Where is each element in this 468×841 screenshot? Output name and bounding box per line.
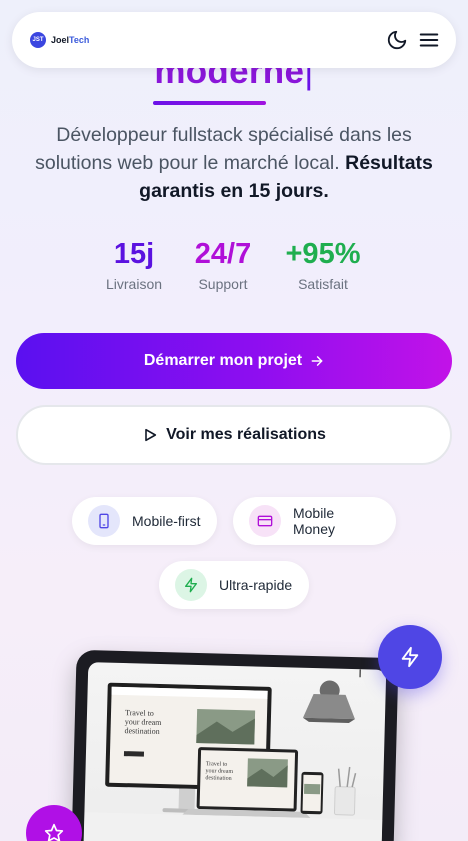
quick-action-button[interactable] — [378, 625, 442, 689]
brand-name: JoelTech — [51, 35, 89, 45]
stat-satisfaction: +95% Satisfait — [280, 236, 366, 292]
feature-chip-ultra-rapide: Ultra-rapide — [159, 561, 309, 609]
stat-support: 24/7 Support — [188, 236, 258, 292]
bolt-icon — [185, 577, 197, 593]
view-portfolio-button[interactable]: Voir mes réalisations — [16, 405, 452, 465]
showcase-screen: Travel to your dream destination Travel … — [83, 662, 387, 841]
devices-illustration: Travel to your dream destination Travel … — [83, 669, 383, 841]
chip-icon-wrap — [88, 505, 120, 537]
bolt-icon — [401, 646, 419, 668]
svg-text:destination: destination — [205, 775, 231, 782]
hero-subtitle: Développeur fullstack spécialisé dans le… — [24, 121, 444, 205]
headline-underline — [153, 101, 266, 105]
chip-label: Mobile Money — [292, 505, 335, 537]
feature-chip-mobile-first: Mobile-first — [72, 497, 217, 545]
menu-button[interactable] — [418, 29, 440, 51]
moon-icon — [387, 30, 407, 50]
stat-label: Satisfait — [298, 276, 348, 292]
logo-mark: JST — [30, 32, 46, 48]
stat-label: Support — [198, 276, 248, 292]
stat-value: +95% — [285, 238, 361, 270]
feature-chip-mobile-money: Mobile Money — [233, 497, 396, 545]
card-icon — [257, 515, 273, 527]
arrow-right-icon — [311, 356, 323, 366]
svg-text:destination: destination — [124, 726, 159, 736]
start-project-button[interactable]: Démarrer mon projet — [16, 333, 452, 389]
theme-toggle-button[interactable] — [386, 29, 408, 51]
stat-label: Livraison — [105, 276, 163, 292]
top-navbar: JST JoelTech — [12, 12, 456, 68]
header-actions — [386, 29, 440, 51]
chip-icon-wrap — [175, 569, 207, 601]
brand-prefix: Joel — [51, 35, 70, 45]
chip-label: Mobile-first — [132, 513, 201, 529]
phone-icon — [99, 513, 109, 529]
menu-icon — [419, 33, 439, 47]
brand-suffix: Tech — [69, 35, 90, 45]
star-icon — [44, 823, 64, 841]
chip-label: Ultra-rapide — [219, 577, 293, 593]
stat-delivery: 15j Livraison — [104, 236, 164, 292]
chip-icon-wrap — [249, 505, 281, 537]
brand-logo[interactable]: JST JoelTech — [30, 32, 89, 48]
svg-text:Travel to: Travel to — [206, 761, 228, 768]
start-project-label: Démarrer mon projet — [143, 352, 303, 369]
stat-value: 24/7 — [194, 238, 252, 270]
view-portfolio-label: Voir mes réalisations — [166, 426, 326, 443]
portfolio-showcase-image: Travel to your dream destination Travel … — [71, 649, 399, 841]
svg-text:your dream: your dream — [205, 768, 233, 775]
play-icon — [145, 428, 157, 442]
stat-value: 15j — [113, 238, 155, 270]
